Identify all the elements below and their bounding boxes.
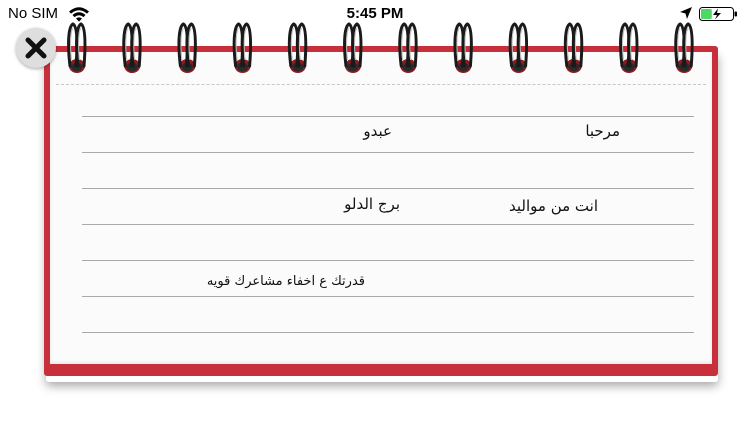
perforation-line [56,84,706,85]
spiral-ring [674,22,694,73]
trait-text: قدرتك ع اخفاء مشاعرك قويه [206,274,365,289]
spiral-ring [619,22,639,73]
ruled-line [82,152,694,153]
spiral-ring [343,22,363,73]
ruled-line [82,188,694,189]
spiral-ring [67,22,87,73]
spiral-ring [177,22,197,73]
spiral-ring [453,22,473,73]
spiral-ring [508,22,529,73]
born-label-text: انت من مواليد [509,197,598,215]
ruled-line [82,260,694,261]
spiral-binding [67,22,694,73]
ruled-line [82,332,694,333]
close-x-icon [25,37,47,59]
spiral-ring [398,22,418,73]
ruled-line [82,296,694,297]
name-text: عبدو [363,122,392,140]
zodiac-text: برج الدلو [344,195,400,213]
ruled-line [82,116,694,117]
spiral-ring [287,22,308,73]
ruled-line [82,224,694,225]
spiral-ring [232,22,253,73]
notebook-page: مرحبا عبدو انت من مواليد برج الدلو قدرتك… [50,52,712,364]
close-button[interactable] [16,28,56,68]
notebook-card: مرحبا عبدو انت من مواليد برج الدلو قدرتك… [44,46,718,376]
greeting-text: مرحبا [585,122,620,140]
spiral-ring [563,22,584,73]
spiral-ring [122,22,142,73]
